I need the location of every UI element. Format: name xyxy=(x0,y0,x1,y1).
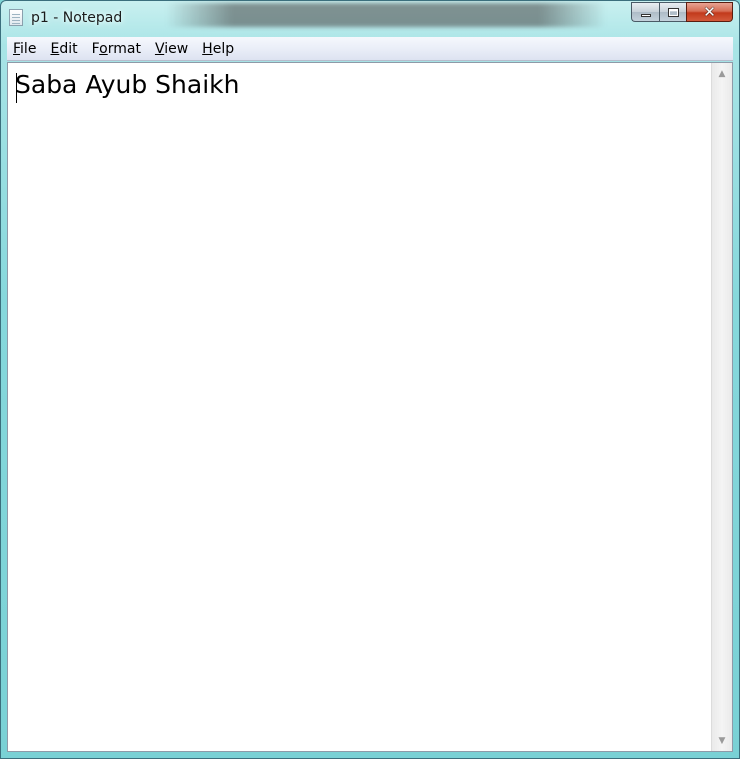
close-button[interactable]: ✕ xyxy=(686,2,733,22)
text-editor[interactable]: Saba Ayub Shaikh ▲ ▼ xyxy=(7,62,733,752)
titlebar[interactable]: p1 - Notepad ✕ xyxy=(1,1,739,35)
maximize-button[interactable] xyxy=(659,2,686,22)
menu-file[interactable]: File xyxy=(7,38,43,60)
menu-edit[interactable]: Edit xyxy=(43,38,84,60)
maximize-icon xyxy=(667,7,679,17)
menu-view[interactable]: View xyxy=(148,38,195,60)
caption-buttons: ✕ xyxy=(631,2,733,23)
vertical-scrollbar[interactable]: ▲ ▼ xyxy=(711,63,732,751)
notepad-icon[interactable] xyxy=(9,9,23,26)
minimize-button[interactable] xyxy=(631,2,659,22)
menu-bar: File Edit Format View Help xyxy=(7,37,733,61)
menu-format[interactable]: Format xyxy=(85,38,148,60)
minimize-icon xyxy=(640,14,651,17)
window-title: p1 - Notepad xyxy=(31,10,123,26)
menu-help[interactable]: Help xyxy=(195,38,241,60)
notepad-window: p1 - Notepad ✕ File Edit Format View Hel… xyxy=(0,0,740,759)
scroll-up-icon[interactable]: ▲ xyxy=(712,65,732,82)
scroll-down-icon[interactable]: ▼ xyxy=(712,732,732,749)
close-icon: ✕ xyxy=(703,2,716,21)
editor-content[interactable]: Saba Ayub Shaikh xyxy=(15,69,708,751)
